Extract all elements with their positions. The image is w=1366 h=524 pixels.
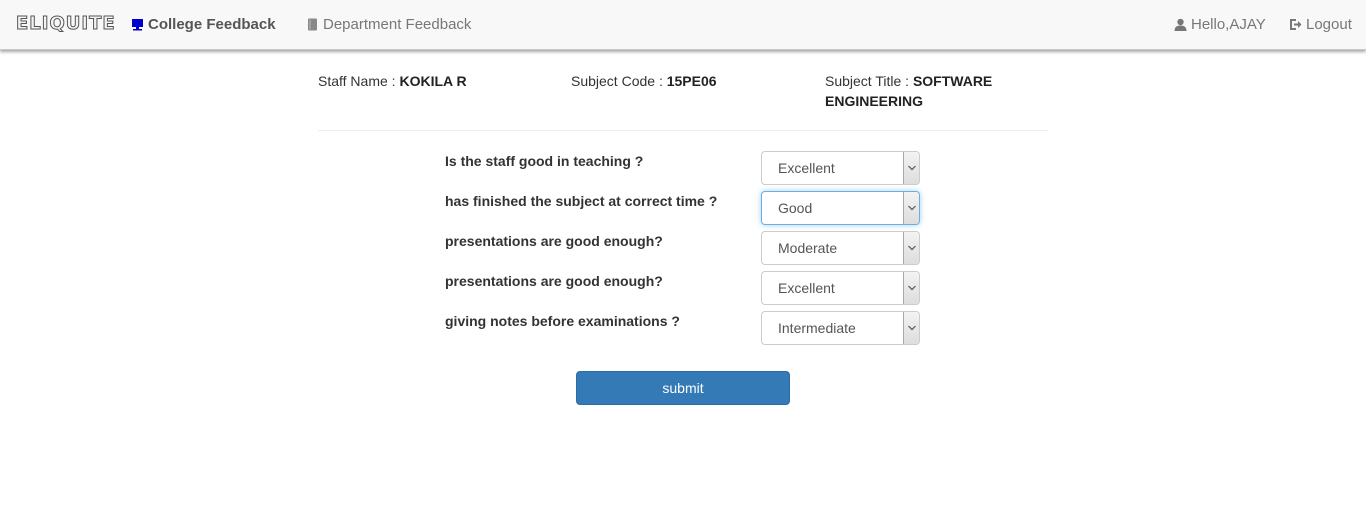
question-4: presentations are good enough?: [445, 273, 663, 289]
answer-select-4[interactable]: Excellent: [761, 271, 920, 305]
monitor-icon: [131, 18, 144, 31]
navbar: ELIQUITE College Feedback Department Fee…: [0, 0, 1366, 50]
chevron-down-icon: [903, 152, 919, 184]
book-icon: [306, 18, 319, 31]
nav-department-feedback[interactable]: Department Feedback: [306, 16, 471, 33]
answer-select-1-value: Excellent: [778, 160, 835, 176]
subject-code-label: Subject Code :: [571, 73, 667, 89]
user-icon: [1174, 18, 1187, 31]
answer-select-2-value: Good: [778, 200, 813, 216]
nav-department-feedback-label: Department Feedback: [323, 16, 472, 33]
question-1: Is the staff good in teaching ?: [445, 153, 644, 169]
nav-user-greeting-label: Hello,AJAY: [1191, 16, 1266, 33]
submit-button[interactable]: submit: [576, 371, 790, 405]
answer-select-2[interactable]: Good: [761, 191, 920, 225]
staff-name-value: KOKILA R: [399, 73, 467, 89]
nav-logout[interactable]: Logout: [1289, 16, 1352, 33]
question-3: presentations are good enough?: [445, 233, 663, 249]
subject-code-value: 15PE06: [666, 73, 717, 89]
staff-name-label: Staff Name :: [318, 73, 400, 89]
chevron-down-icon: [903, 232, 919, 264]
answer-select-3[interactable]: Moderate: [761, 231, 920, 265]
answer-select-5-value: Intermediate: [778, 320, 856, 336]
subject-title-info: Subject Title : SOFTWARE ENGINEERING: [825, 71, 1025, 111]
question-5: giving notes before examinations ?: [445, 313, 680, 329]
chevron-down-icon: [903, 312, 919, 344]
chevron-down-icon: [903, 272, 919, 304]
nav-college-feedback[interactable]: College Feedback: [131, 16, 276, 33]
chevron-down-icon: [903, 192, 919, 224]
answer-select-1[interactable]: Excellent: [761, 151, 920, 185]
answer-select-3-value: Moderate: [778, 240, 838, 256]
question-2: has finished the subject at correct time…: [445, 193, 718, 209]
divider: [318, 130, 1048, 131]
answer-select-5[interactable]: Intermediate: [761, 311, 920, 345]
subject-code-info: Subject Code : 15PE06: [571, 71, 717, 91]
subject-title-label: Subject Title :: [825, 73, 913, 89]
logout-icon: [1289, 18, 1302, 31]
brand-logo[interactable]: ELIQUITE: [16, 13, 116, 35]
nav-user-greeting[interactable]: Hello,AJAY: [1174, 16, 1266, 33]
nav-logout-label: Logout: [1306, 16, 1352, 33]
staff-name-info: Staff Name : KOKILA R: [318, 71, 467, 91]
nav-college-feedback-label: College Feedback: [148, 16, 276, 33]
answer-select-4-value: Excellent: [778, 280, 835, 296]
